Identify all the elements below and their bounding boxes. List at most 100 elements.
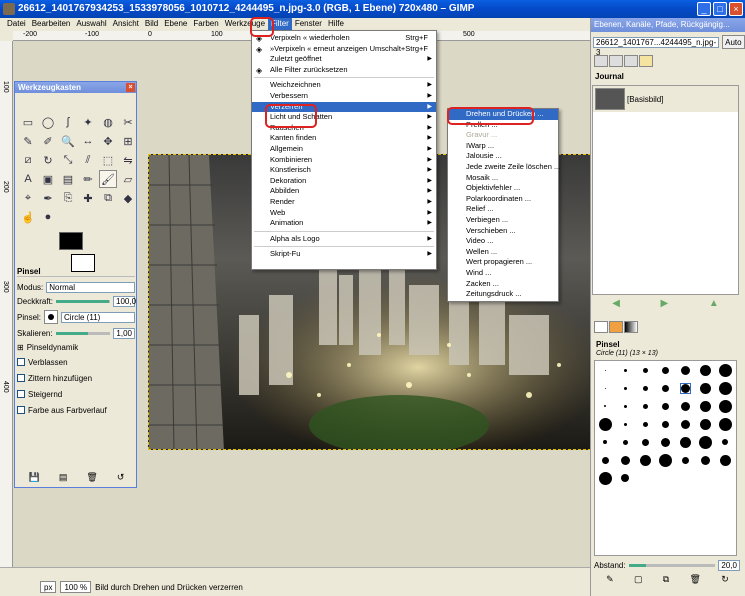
distort-submenu-item[interactable]: Objektivfehler ... xyxy=(448,183,558,194)
blur-icon[interactable]: ◆ xyxy=(119,189,137,207)
brush-swatch[interactable] xyxy=(722,439,728,445)
checkbox[interactable] xyxy=(17,406,25,414)
brush-swatch[interactable] xyxy=(679,436,691,448)
checkbox-row[interactable]: Verblassen xyxy=(17,354,135,370)
minimize-button[interactable]: _ xyxy=(697,2,711,16)
new-brush-icon[interactable]: ▢ xyxy=(634,574,643,585)
undo-icon[interactable]: ◀ xyxy=(612,298,620,309)
filter-menu-item[interactable]: Zuletzt geöffnet ▶ xyxy=(252,54,436,65)
checkbox-row[interactable]: Steigernd xyxy=(17,386,135,402)
restore-options-icon[interactable]: ▤ xyxy=(59,472,68,483)
toolbox-titlebar[interactable]: Werkzeugkasten × xyxy=(15,82,136,93)
lasso-icon[interactable]: ʃ xyxy=(59,113,77,131)
rect-select-icon[interactable]: ▭ xyxy=(19,113,37,131)
brush-swatch[interactable] xyxy=(601,456,609,464)
redo-icon[interactable]: ▶ xyxy=(661,298,669,309)
delete-options-icon[interactable]: 🗑 xyxy=(86,472,97,483)
distort-submenu-item[interactable]: IWarp ... xyxy=(448,141,558,152)
paintbrush-icon[interactable]: 🖌 xyxy=(99,170,117,188)
opacity-input[interactable]: 100,0 xyxy=(113,295,136,307)
brush-swatch[interactable] xyxy=(623,404,627,408)
brush-swatch[interactable] xyxy=(699,418,711,430)
save-options-icon[interactable]: 💾 xyxy=(29,472,40,483)
toolbox-close-icon[interactable]: × xyxy=(126,83,135,92)
gradients-tab-icon[interactable] xyxy=(624,321,638,333)
distort-submenu-item[interactable]: Zeitungsdruck ... xyxy=(448,289,558,300)
brush-swatch[interactable] xyxy=(660,437,670,447)
layers-tab-icon[interactable] xyxy=(594,55,608,67)
perspective-icon[interactable]: ⬚ xyxy=(99,151,117,169)
filter-menu-item[interactable]: Web ▶ xyxy=(252,208,436,219)
distort-submenu-item[interactable]: Wert propagieren ... xyxy=(448,257,558,268)
brush-grid[interactable] xyxy=(594,360,737,556)
brush-swatch[interactable] xyxy=(698,435,712,449)
measure-icon[interactable]: ↔ xyxy=(79,132,97,150)
checkbox[interactable] xyxy=(17,358,25,366)
distort-submenu-item[interactable]: Verbiegen ... xyxy=(448,215,558,226)
duplicate-brush-icon[interactable]: ⧉ xyxy=(663,574,669,585)
scale-input[interactable]: 1,00 xyxy=(113,327,135,339)
distort-submenu-item[interactable]: Wind ... xyxy=(448,268,558,279)
ellipse-select-icon[interactable]: ◯ xyxy=(39,113,57,131)
filter-menu-item[interactable]: ◈ Verpixeln « wiederholen Strg+F xyxy=(252,33,436,44)
distort-submenu-item[interactable]: Mosaik ... xyxy=(448,173,558,184)
bucket-fill-icon[interactable]: ▣ xyxy=(39,170,57,188)
clone-icon[interactable]: ⎘ xyxy=(59,189,77,207)
crop-icon[interactable]: ⧄ xyxy=(19,151,37,169)
brush-swatch[interactable] xyxy=(598,417,612,431)
delete-brush-icon[interactable]: 🗑 xyxy=(690,574,701,585)
brush-swatch[interactable] xyxy=(719,454,731,466)
checkbox-row[interactable]: Farbe aus Farbverlauf xyxy=(17,402,135,418)
brush-swatch[interactable] xyxy=(642,385,648,391)
color-select-icon[interactable]: ◍ xyxy=(99,113,117,131)
brush-swatch[interactable] xyxy=(661,366,669,374)
flip-icon[interactable]: ⇋ xyxy=(119,151,137,169)
reset-options-icon[interactable]: ↺ xyxy=(117,472,125,483)
undo-entry[interactable]: [Basisbild] xyxy=(593,86,738,112)
rotate-icon[interactable]: ↻ xyxy=(39,151,57,169)
menu-farben[interactable]: Farben xyxy=(190,18,221,30)
scale-slider[interactable] xyxy=(55,331,110,335)
zoom-select[interactable]: 100 % xyxy=(60,581,92,593)
filter-menu-item[interactable]: Allgemein ▶ xyxy=(252,144,436,155)
filter-menu-item[interactable]: Alpha als Logo ▶ xyxy=(252,234,436,245)
distort-submenu-item[interactable]: Jalousie ... xyxy=(448,151,558,162)
image-select[interactable]: 26612_1401767...4244495_n.jpg-3 xyxy=(593,36,720,57)
brush-swatch[interactable] xyxy=(680,419,690,429)
filter-menu-item[interactable]: Skript-Fu ▶ xyxy=(252,249,436,260)
filter-menu-item[interactable]: Weichzeichnen ▶ xyxy=(252,80,436,91)
distort-submenu-item[interactable]: Wellen ... xyxy=(448,247,558,258)
brush-swatch[interactable] xyxy=(642,421,648,427)
brush-swatch[interactable] xyxy=(699,400,711,412)
brush-swatch[interactable] xyxy=(621,474,629,482)
smudge-icon[interactable]: ☝ xyxy=(19,208,37,226)
brush-swatch[interactable] xyxy=(623,386,627,390)
filter-menu-item[interactable]: ◈ »Verpixeln « erneut anzeigen Umschalt+St… xyxy=(252,44,436,55)
brush-swatch[interactable] xyxy=(620,455,630,465)
brush-swatch[interactable] xyxy=(661,402,669,410)
brush-swatch[interactable] xyxy=(718,381,732,395)
brush-swatch[interactable] xyxy=(718,363,732,377)
channels-tab-icon[interactable] xyxy=(609,55,623,67)
dynamics-row[interactable]: ⊞ Pinseldynamik xyxy=(17,340,135,354)
brush-swatch[interactable] xyxy=(658,453,672,467)
color-picker-icon[interactable]: ✐ xyxy=(39,132,57,150)
menu-ebene[interactable]: Ebene xyxy=(161,18,190,30)
distort-submenu-item[interactable]: Video ... xyxy=(448,236,558,247)
menu-bild[interactable]: Bild xyxy=(142,18,161,30)
spacing-input[interactable]: 20,0 xyxy=(718,559,740,571)
vertical-ruler[interactable]: 100 200 300 400 xyxy=(0,41,13,578)
foreground-color[interactable] xyxy=(59,232,83,250)
menu-ansicht[interactable]: Ansicht xyxy=(110,18,142,30)
distort-submenu-item[interactable]: Polarkoordinaten ... xyxy=(448,194,558,205)
brush-swatch[interactable] xyxy=(604,405,606,407)
dock-title[interactable]: Ebenen, Kanäle, Pfade, Rückgängig... xyxy=(591,18,745,32)
unit-select[interactable]: px xyxy=(40,581,57,593)
checkbox-row[interactable]: Zittern hinzufügen xyxy=(17,370,135,386)
brush-swatch[interactable] xyxy=(641,438,649,446)
color-swatches[interactable] xyxy=(59,232,109,272)
brush-swatch[interactable] xyxy=(661,384,669,392)
brush-swatch[interactable] xyxy=(598,471,612,485)
filter-menu-item[interactable]: Verbessern ▶ xyxy=(252,91,436,102)
zoom-icon[interactable]: 🔍 xyxy=(59,132,77,150)
